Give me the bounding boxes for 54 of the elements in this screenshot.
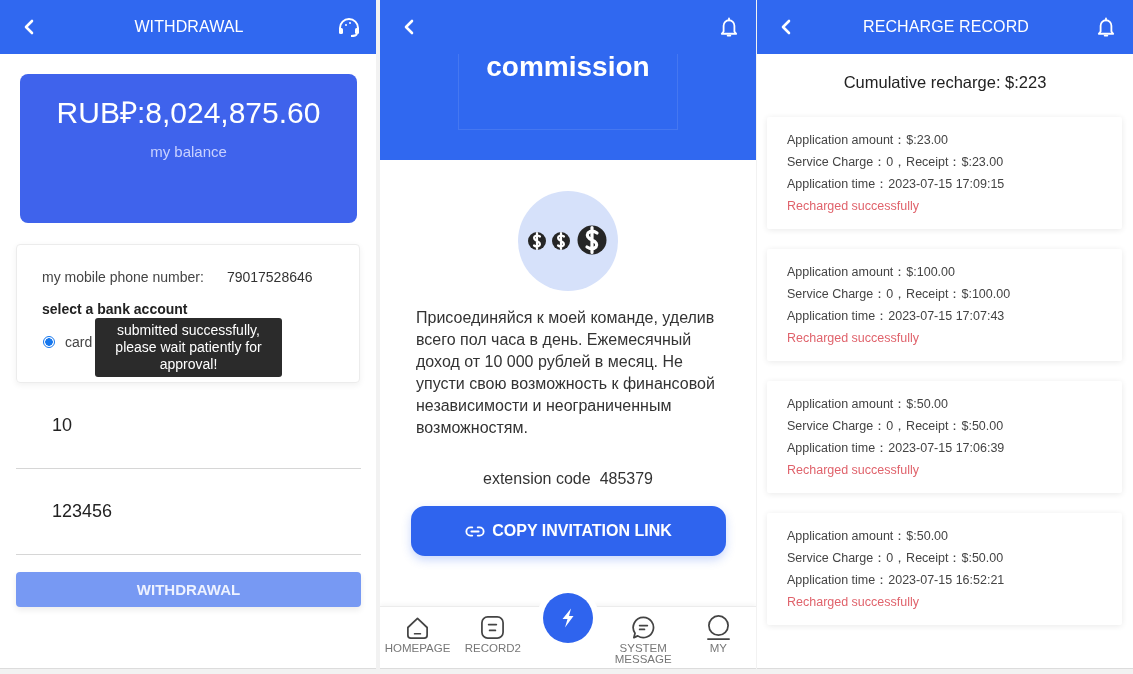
lightning-icon xyxy=(561,608,575,628)
nav-item[interactable]: RECORD2 xyxy=(455,607,531,668)
nav-item[interactable]: HOMEPAGE xyxy=(380,607,456,668)
recharge-status: Recharged successfully xyxy=(787,198,919,215)
application-time: Application time：2023-07-15 17:06:39 xyxy=(787,440,1005,457)
cumulative-recharge: Cumulative recharge: $:223 xyxy=(842,72,1048,92)
notification-button[interactable] xyxy=(718,15,740,39)
service-charge: Service Charge：0，Receipt：$:50.00 xyxy=(787,418,1004,435)
copy-invitation-link-button[interactable]: COPY INVITATION LINK xyxy=(411,506,726,556)
radio-label: card xyxy=(65,333,93,352)
application-time: Application time：2023-07-15 16:52:21 xyxy=(787,572,1005,589)
service-charge: Service Charge：0，Receipt：$:50.00 xyxy=(787,550,1004,567)
extension-code: 485379 xyxy=(599,470,653,488)
input-field[interactable]: 123456 xyxy=(16,469,361,555)
phone-label: my mobile phone number: xyxy=(42,268,204,287)
extension-code-label: extension code xyxy=(483,470,591,488)
recharge-status: Recharged successfully xyxy=(787,594,919,611)
bank-account-label: select a bank account xyxy=(42,300,188,319)
banner-title: commission xyxy=(486,54,650,80)
notification-button[interactable] xyxy=(1095,15,1117,39)
back-icon xyxy=(24,19,34,35)
headset-icon xyxy=(338,17,360,37)
nav-item[interactable]: MY xyxy=(680,607,756,668)
coins-icon xyxy=(518,191,618,291)
bell-icon xyxy=(720,17,738,37)
application-amount: Application amount：$:50.00 xyxy=(787,396,949,413)
user-icon xyxy=(705,615,731,640)
application-amount: Application amount：$:23.00 xyxy=(787,132,949,149)
service-charge: Service Charge：0，Receipt：$:23.00 xyxy=(787,154,1004,171)
success-toast: submitted successfully, please wait patiently for approval! xyxy=(95,318,282,377)
page-title: WITHDRAWAL xyxy=(134,18,244,36)
application-amount: Application amount：$:100.00 xyxy=(787,264,955,281)
recharge-status: Recharged successfully xyxy=(787,330,919,347)
recharge-status: Recharged successfully xyxy=(787,462,919,479)
phone-number: 79017528646 xyxy=(226,268,313,287)
application-time: Application time：2023-07-15 17:09:15 xyxy=(787,176,1005,193)
balance-label: my balance xyxy=(150,143,227,160)
input-field[interactable]: 10 xyxy=(16,383,361,469)
radio-button[interactable] xyxy=(43,336,55,348)
support-button[interactable] xyxy=(338,15,360,39)
application-amount: Application amount：$:50.00 xyxy=(787,528,949,545)
bell-icon xyxy=(1097,17,1115,37)
page-title: RECHARGE RECORD xyxy=(863,18,1029,36)
service-charge: Service Charge：0，Receipt：$:100.00 xyxy=(787,286,1011,303)
nav-item[interactable]: SYSTEM MESSAGE xyxy=(605,607,681,668)
invitation-message: Присоединяйся к моей команде, уделив всего пол часа в день. Ежемесячный доход от 10 000 рублей в месяц. Не упусти свою возможность к финансовой независимости и неограниченным возможностям. xyxy=(416,308,716,438)
back-icon xyxy=(404,19,414,35)
home-icon xyxy=(405,615,431,640)
link-icon xyxy=(465,525,486,537)
document-icon xyxy=(480,615,506,640)
balance-amount: RUB₽:8,024,875.60 xyxy=(56,95,321,131)
back-icon xyxy=(781,19,791,35)
chat-bubble-icon xyxy=(630,615,656,640)
application-time: Application time：2023-07-15 17:07:43 xyxy=(787,308,1005,325)
